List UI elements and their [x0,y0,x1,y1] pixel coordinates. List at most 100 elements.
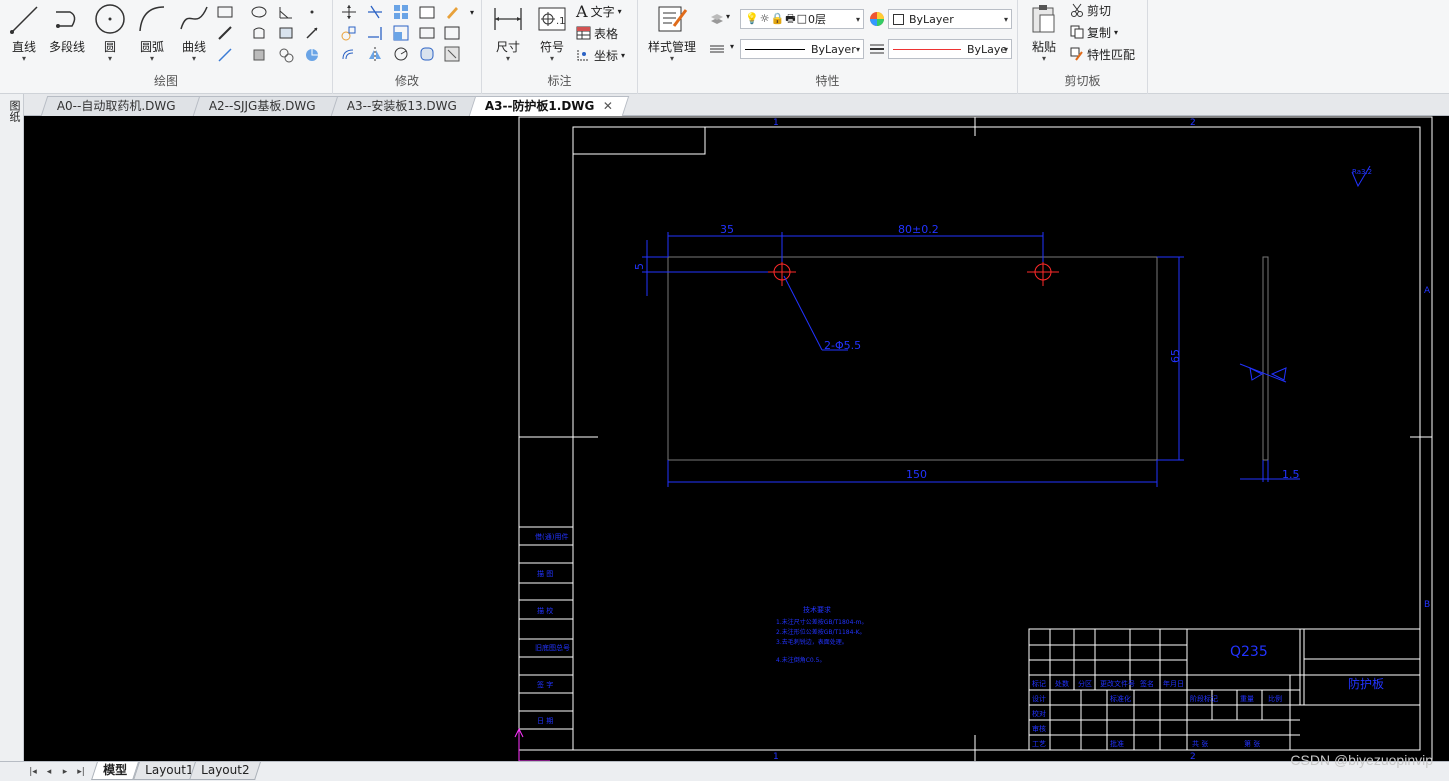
paste-button[interactable]: 粘贴 ▾ [1022,2,1066,64]
tab-a3-mount[interactable]: A3--安装板13.DWG [330,96,478,116]
layout-tab-bar: |◂ ◂ ▸ ▸| 模型 Layout1 Layout2 [0,761,1449,781]
array-icon[interactable] [392,3,410,21]
fillet-icon[interactable] [418,45,436,63]
offset-icon[interactable] [340,45,358,63]
rotate-icon[interactable] [392,45,410,63]
match-properties-button[interactable]: 特性匹配 [1070,44,1135,64]
arc-button[interactable]: 圆弧 ▾ [130,2,174,64]
color-wheel-icon[interactable] [868,10,886,28]
dim-15: 1.5 [1282,468,1300,481]
trim-icon[interactable] [366,3,384,21]
color-dropdown[interactable]: ByLayer ▾ [888,9,1012,29]
drawing-sheet-label[interactable]: 图纸 [4,100,21,140]
last-layout-icon[interactable]: ▸| [74,765,88,779]
extend-icon[interactable] [366,24,384,42]
dim-150: 150 [906,468,927,481]
erase-icon[interactable] [443,3,461,21]
svg-text:A: A [1424,286,1431,296]
close-icon[interactable]: ✕ [602,97,612,116]
copy-button[interactable]: 复制 ▾ [1070,22,1118,42]
layer-manager-icon[interactable] [708,10,726,28]
tab-model[interactable]: 模型 [91,762,139,780]
drawing-canvas[interactable]: 12 AB 12 借(通)用件 描 图 描 校 旧底图总号 签 字 日 期 35… [24,116,1449,761]
mirror-icon[interactable] [366,45,384,63]
chamfer-icon[interactable] [443,24,461,42]
prev-layout-icon[interactable]: ◂ [42,765,56,779]
circle-icon [93,2,127,36]
cut-button[interactable]: 剪切 [1070,0,1111,20]
drawing-svg: 12 AB 12 借(通)用件 描 图 描 校 旧底图总号 签 字 日 期 35… [514,116,1433,761]
side-view-dims [1239,363,1300,482]
cad-application: 直线 ▾ 多段线 圆 ▾ 圆弧 ▾ 曲线 ▾ 绘图 ▾ 修改 尺寸 ▾ .1 符… [0,0,1449,781]
curve-button[interactable]: 曲线 ▾ [172,2,216,64]
line-button[interactable]: 直线 ▾ [2,2,46,64]
first-layout-icon[interactable]: |◂ [26,765,40,779]
svg-text:处数: 处数 [1055,679,1069,688]
svg-text:签名: 签名 [1140,679,1154,688]
angle-icon[interactable] [277,3,295,21]
symbol-icon: .1 [535,2,569,36]
tab-a3-guard[interactable]: A3--防护板1.DWG ✕ [468,96,630,116]
construction-line-icon[interactable] [216,24,234,42]
annotate-panel-title: 标注 [547,74,572,88]
left-margin-labels: 借(通)用件 描 图 描 校 旧底图总号 签 字 日 期 [535,532,570,725]
dimension-lines [642,232,1184,487]
circle-button[interactable]: 圆 ▾ [88,2,132,64]
tab-a2[interactable]: A2--SJJG基板.DWG [192,96,340,116]
symbol-button[interactable]: .1 符号 ▾ [530,2,574,64]
hatch-icon[interactable] [277,24,295,42]
explode-icon[interactable] [443,45,461,63]
watermark: CSDN @biyezuopinvip [1290,752,1433,768]
left-label: 借(通)用件 [535,532,568,541]
arc-icon [135,2,169,36]
copy-object-icon[interactable] [340,24,358,42]
svg-text:年月日: 年月日 [1163,679,1184,688]
svg-text:审核: 审核 [1032,724,1046,733]
linetype-icon[interactable] [708,40,726,58]
gradient-icon[interactable] [277,46,295,64]
ellipse-icon[interactable] [250,3,268,21]
ray-icon[interactable] [216,46,234,64]
svg-text:分区: 分区 [1078,679,1092,688]
polyline-icon [50,2,84,36]
svg-text:工艺: 工艺 [1032,740,1046,748]
more-modify-caret[interactable]: ▾ [463,3,481,21]
svg-text:校对: 校对 [1032,709,1046,718]
left-label: 日 期 [537,717,553,725]
notes-title: 技术要求 [803,605,831,614]
polyline-button[interactable]: 多段线 [44,2,90,64]
stretch-icon[interactable] [418,24,436,42]
side-view [1262,256,1269,461]
svg-text:批准: 批准 [1110,739,1124,748]
rectangle-icon[interactable] [216,3,234,21]
properties-panel-title: 特性 [815,74,840,88]
boundary-icon[interactable] [303,46,321,64]
style-manager-button[interactable]: 样式管理 ▾ [644,2,700,64]
scissors-icon [1071,3,1083,17]
lineweight-icon[interactable] [868,40,886,58]
next-layout-icon[interactable]: ▸ [58,765,72,779]
text-button[interactable]: A 文字 ▾ [576,1,622,21]
window-icon[interactable] [418,3,436,21]
lineweight-dropdown[interactable]: ByLaye ▾ [888,39,1012,59]
match-properties-icon [1070,47,1083,61]
table-button[interactable]: 表格 [576,23,618,43]
leader-icon[interactable] [303,24,321,42]
properties-panel: 样式管理 ▾ ▾ 💡☼🔒🖶□ 0层 ▾ ByLayer ▾ ▾ ByLayer [638,0,1018,94]
tab-a0[interactable]: A0--自动取药机.DWG [40,96,202,116]
linetype-dropdown[interactable]: ByLayer ▾ [740,39,864,59]
part-outline [667,256,1158,461]
note-line: 4.未注倒角C0.5。 [776,656,825,664]
point-icon[interactable] [303,3,321,21]
coordinate-button[interactable]: 坐标 ▾ [576,45,625,65]
scale-icon[interactable] [392,24,410,42]
dim-5: 5 [633,263,646,270]
region-icon[interactable] [250,24,268,42]
dimension-button[interactable]: 尺寸 ▾ [486,2,530,64]
side-strip: 图纸 [0,94,24,761]
part-name-text: 防护板 [1348,676,1384,691]
block-icon[interactable] [250,46,268,64]
tab-layout2[interactable]: Layout2 [189,762,262,780]
move-icon[interactable] [340,3,358,21]
layer-dropdown[interactable]: 💡☼🔒🖶□ 0层 ▾ [740,9,864,29]
